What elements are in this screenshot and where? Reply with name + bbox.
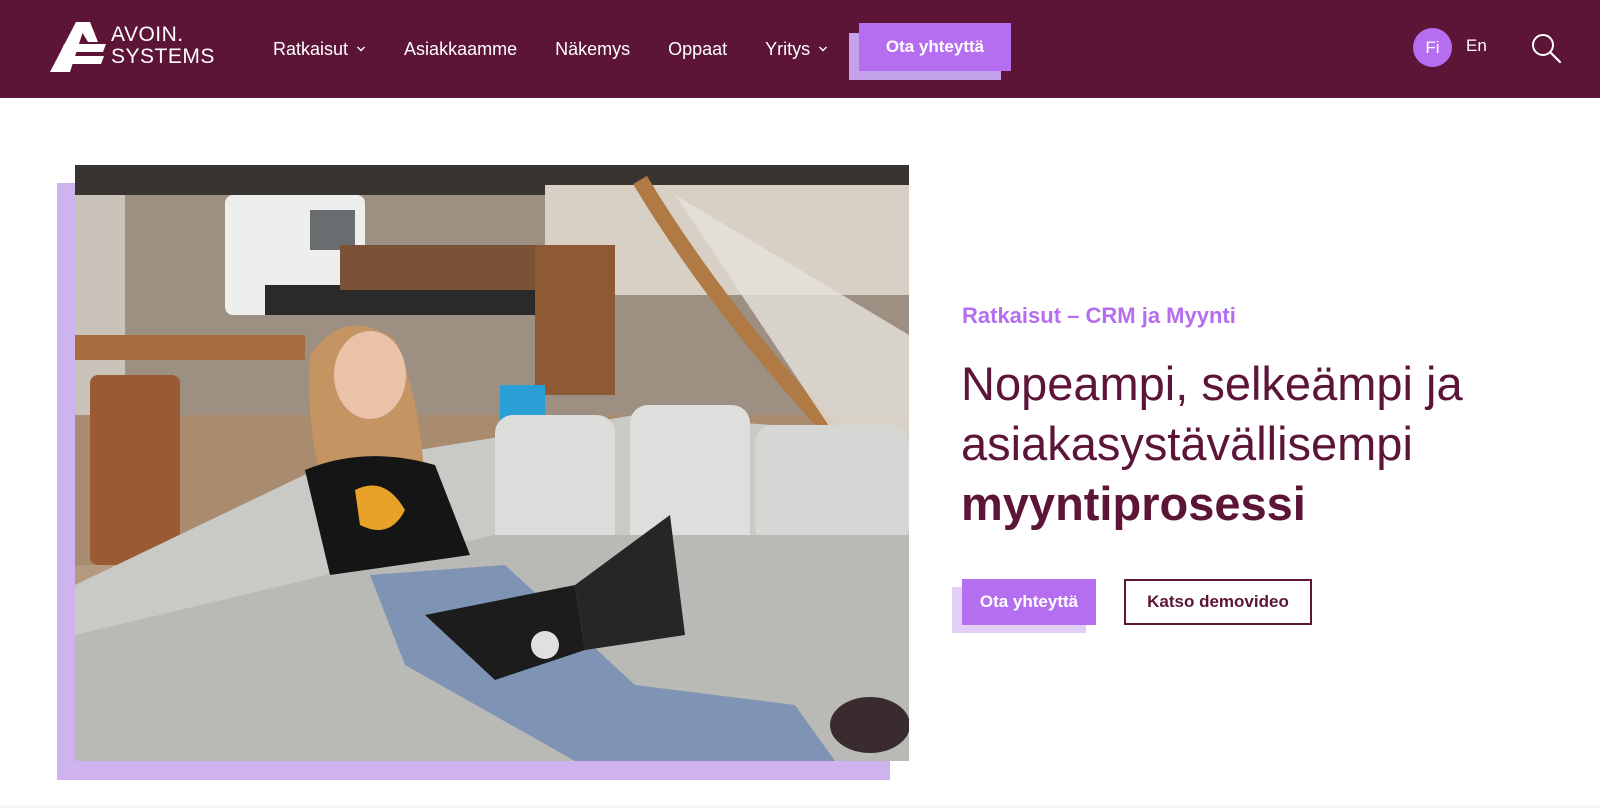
section-divider bbox=[0, 804, 1600, 808]
site-header: AVOIN. SYSTEMS Ratkaisut Asiakkaamme Näk… bbox=[0, 0, 1600, 98]
headline-bold-line: myyntiprosessi bbox=[961, 477, 1306, 530]
nav-item-label: Yritys bbox=[765, 38, 811, 59]
nav-item-ratkaisut[interactable]: Ratkaisut bbox=[273, 39, 366, 60]
search-icon[interactable] bbox=[1530, 32, 1562, 64]
nav-item-nakemys[interactable]: Näkemys bbox=[555, 39, 630, 60]
main-nav: Ratkaisut Asiakkaamme Näkemys Oppaat Yri… bbox=[273, 0, 866, 98]
hero-eyebrow: Ratkaisut – CRM ja Myynti bbox=[962, 303, 1236, 328]
language-en[interactable]: En bbox=[1466, 36, 1487, 56]
avoin-logo-mark-icon bbox=[50, 22, 106, 72]
nav-item-label: Näkemys bbox=[555, 38, 631, 59]
chevron-down-icon bbox=[357, 46, 366, 52]
hero-primary-cta: Ota yhteyttä bbox=[952, 579, 1096, 633]
logo-line-2: SYSTEMS bbox=[111, 45, 215, 68]
headline-line-2: asiakasystävällisempi bbox=[961, 417, 1413, 470]
hero-image bbox=[75, 165, 909, 761]
headline-line-1: Nopeampi, selkeämpi ja bbox=[961, 357, 1463, 410]
nav-item-yritys[interactable]: Yritys bbox=[765, 39, 828, 60]
logo[interactable]: AVOIN. SYSTEMS bbox=[50, 20, 214, 74]
chevron-down-icon bbox=[819, 46, 828, 52]
hero-contact-button[interactable]: Ota yhteyttä bbox=[962, 579, 1096, 625]
nav-item-label: Asiakkaamme bbox=[404, 38, 518, 59]
logo-line-1: AVOIN. bbox=[111, 23, 184, 46]
nav-item-label: Oppaat bbox=[668, 38, 728, 59]
logo-text: AVOIN. SYSTEMS bbox=[111, 24, 215, 68]
hero-photo bbox=[75, 165, 909, 761]
nav-item-oppaat[interactable]: Oppaat bbox=[668, 39, 727, 60]
header-cta: Ota yhteyttä bbox=[849, 23, 1011, 80]
demo-video-button[interactable]: Katso demovideo bbox=[1124, 579, 1312, 625]
language-fi[interactable]: Fi bbox=[1413, 28, 1452, 67]
hero-headline: Nopeampi, selkeämpi ja asiakasystävällis… bbox=[961, 354, 1561, 534]
nav-item-label: Ratkaisut bbox=[273, 38, 349, 59]
contact-button[interactable]: Ota yhteyttä bbox=[859, 23, 1011, 71]
nav-item-asiakkaamme[interactable]: Asiakkaamme bbox=[404, 39, 517, 60]
